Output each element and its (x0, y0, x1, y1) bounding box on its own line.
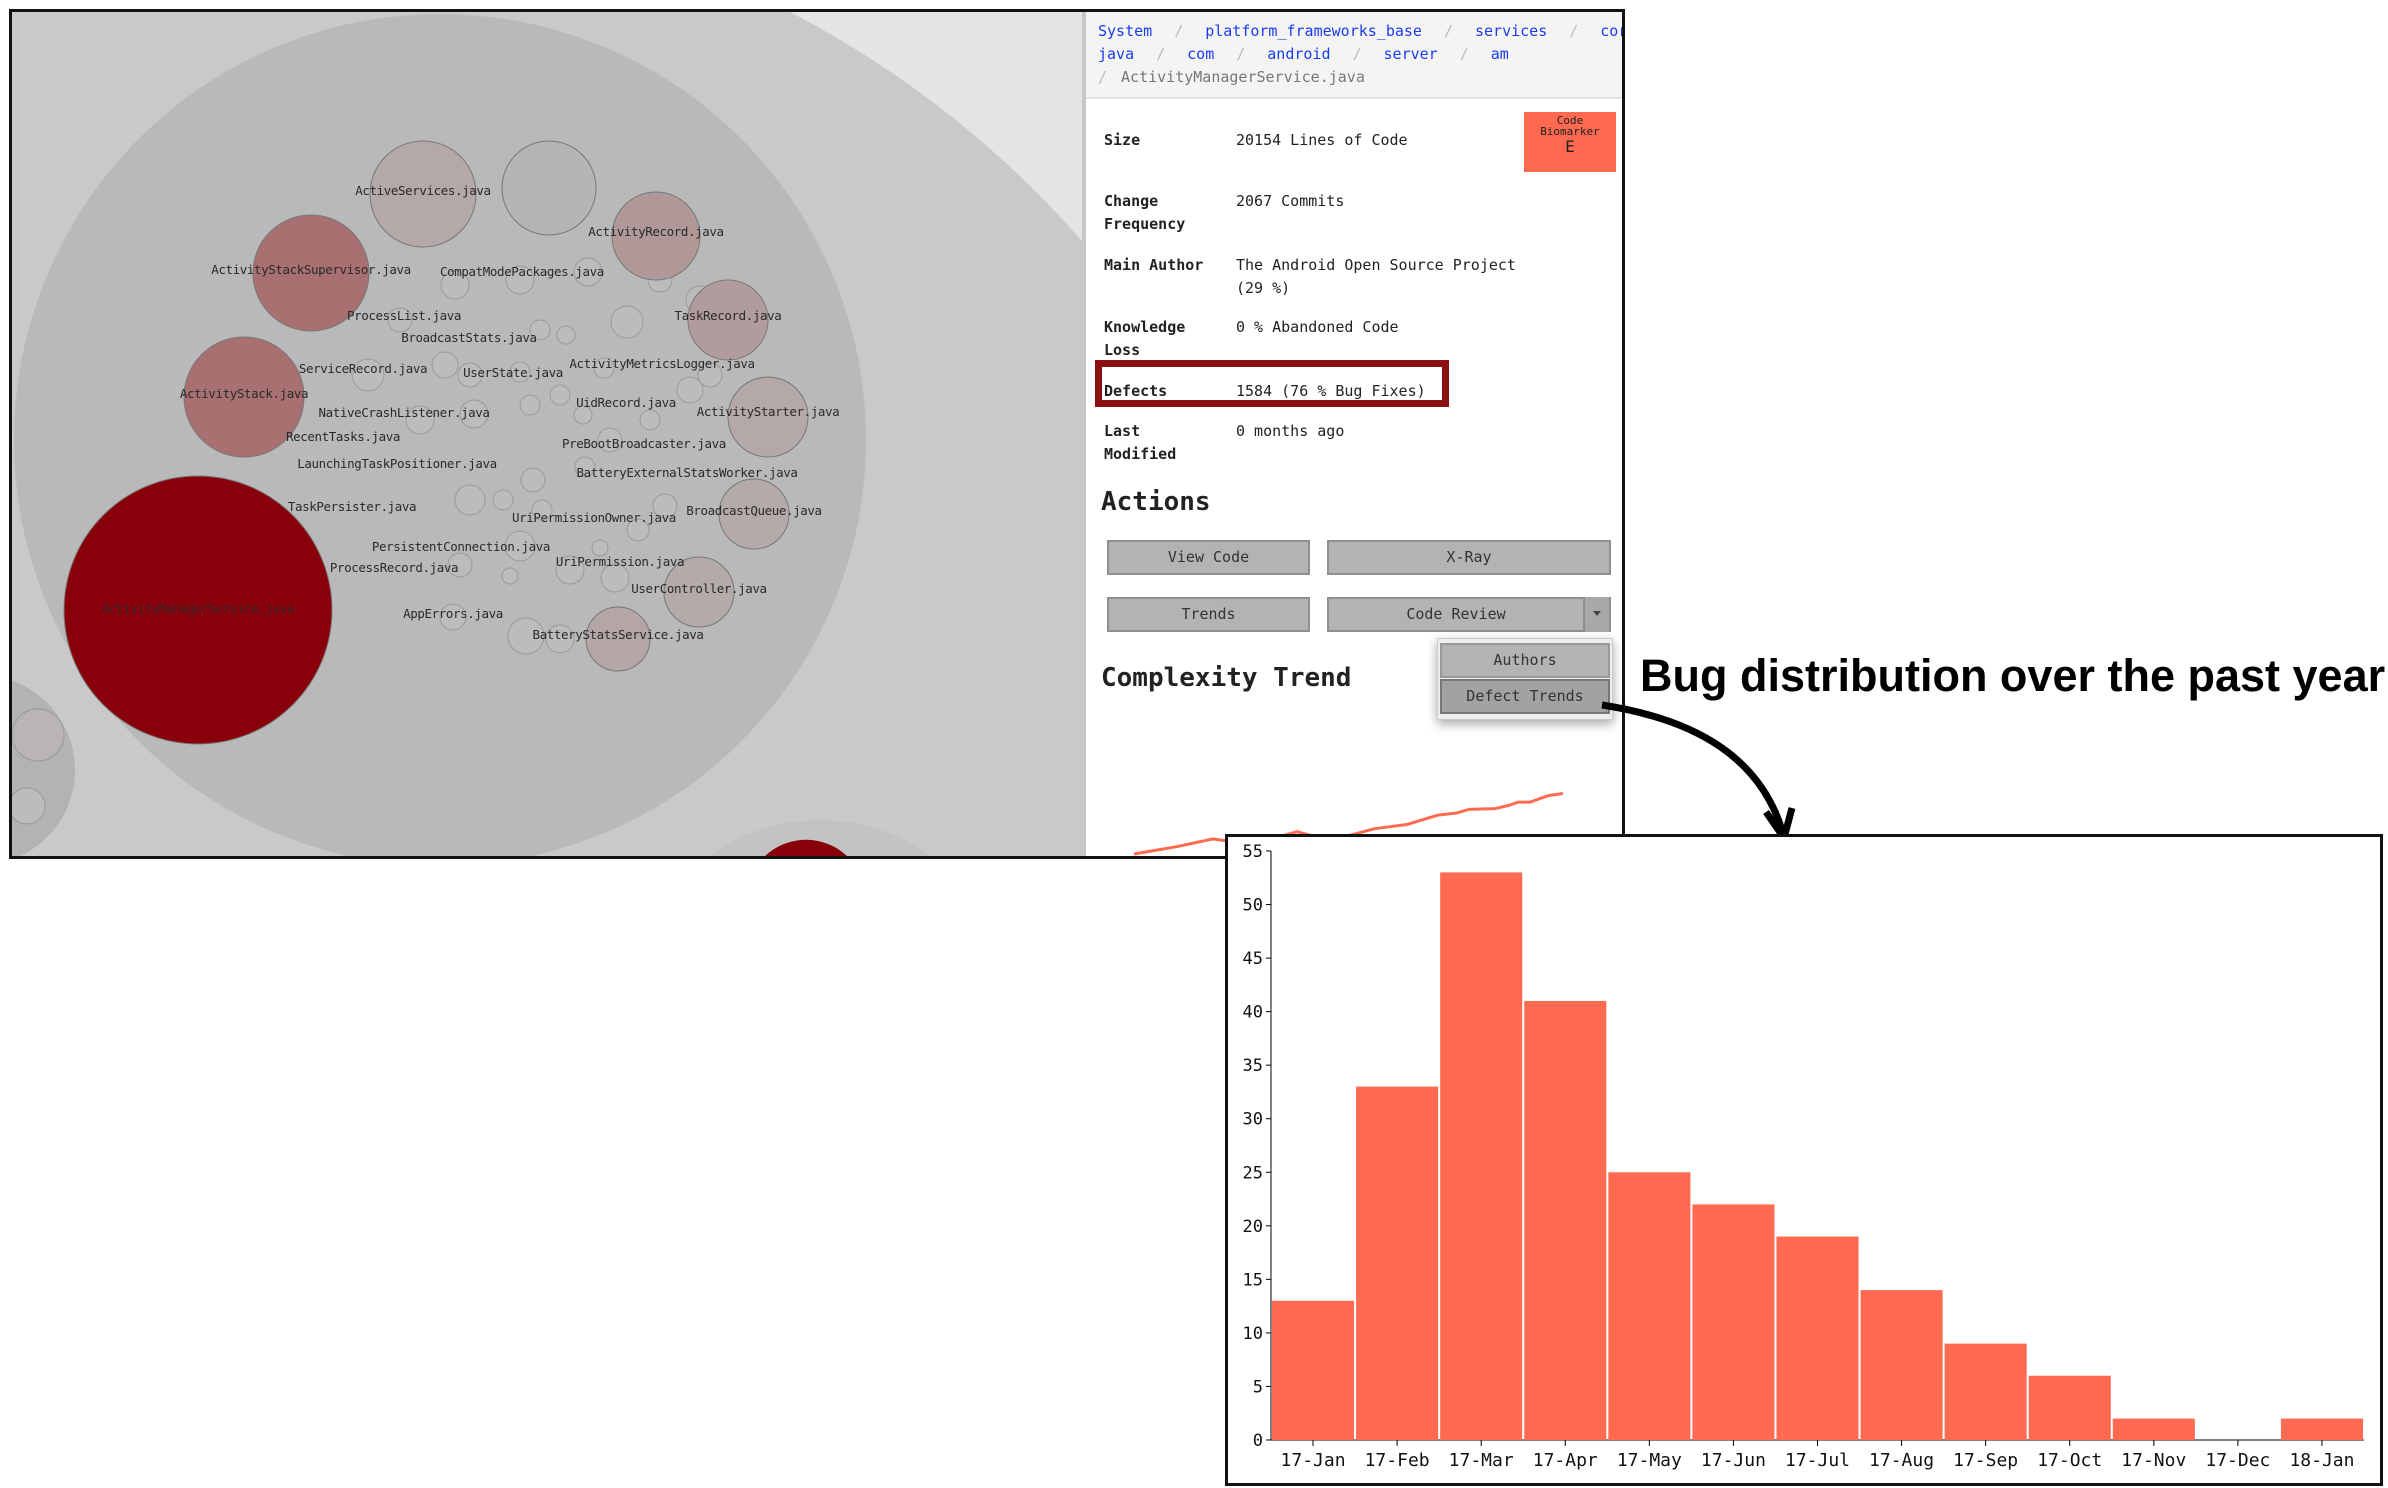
y-tick-label: 0 (1253, 1431, 1263, 1451)
x-tick-label: 17-May (1617, 1450, 1682, 1471)
x-tick-label: 17-Dec (2205, 1450, 2270, 1471)
y-tick-label: 5 (1253, 1377, 1263, 1397)
histogram-bar[interactable] (2028, 1375, 2111, 1440)
y-tick-label: 20 (1243, 1217, 1263, 1237)
x-tick-label: 17-Mar (1449, 1450, 1514, 1471)
y-tick-label: 40 (1243, 1003, 1263, 1023)
y-tick-label: 35 (1243, 1056, 1263, 1076)
x-tick-label: 17-Jan (1281, 1450, 1346, 1471)
y-tick-label: 55 (1243, 842, 1263, 862)
histogram-bar[interactable] (1440, 872, 1523, 1440)
histogram-bar[interactable] (1356, 1086, 1439, 1440)
histogram-bar[interactable] (1860, 1290, 1943, 1440)
histogram-bar[interactable] (1944, 1343, 2027, 1440)
histogram-bar[interactable] (1692, 1204, 1775, 1440)
histogram-bar[interactable] (2112, 1418, 2195, 1440)
x-tick-label: 17-Apr (1533, 1450, 1598, 1471)
x-tick-label: 17-Feb (1365, 1450, 1430, 1471)
histogram-bar[interactable] (2280, 1418, 2363, 1440)
histogram-bar[interactable] (1776, 1236, 1859, 1440)
histogram-bar[interactable] (1524, 1000, 1607, 1440)
x-tick-label: 17-Nov (2121, 1450, 2186, 1471)
bug-distribution-chart: 0 5 10 15 20 25 30 35 40 45 50 55 17-Jan 17-Feb 17-Mar… (1225, 834, 2383, 1486)
x-tick-label: 18-Jan (2289, 1450, 2354, 1471)
y-tick-label: 25 (1243, 1163, 1263, 1183)
histogram-bar[interactable] (1272, 1300, 1355, 1440)
x-tick-label: 17-Aug (1869, 1450, 1934, 1471)
x-tick-label: 17-Jul (1785, 1450, 1850, 1471)
histogram-bar[interactable] (1608, 1172, 1691, 1440)
y-tick-label: 45 (1243, 949, 1263, 969)
y-tick-label: 15 (1243, 1270, 1263, 1290)
y-tick-label: 30 (1243, 1110, 1263, 1130)
histogram: 0 5 10 15 20 25 30 35 40 45 50 55 17-Jan 17-Feb 17-Mar… (1243, 842, 2364, 1471)
y-tick-label: 50 (1243, 896, 1263, 916)
arrow-curve (1601, 701, 1786, 832)
y-tick-label: 10 (1243, 1324, 1263, 1344)
x-tick-label: 17-Oct (2037, 1450, 2102, 1471)
x-tick-label: 17-Jun (1701, 1450, 1766, 1471)
x-tick-label: 17-Sep (1953, 1450, 2018, 1471)
